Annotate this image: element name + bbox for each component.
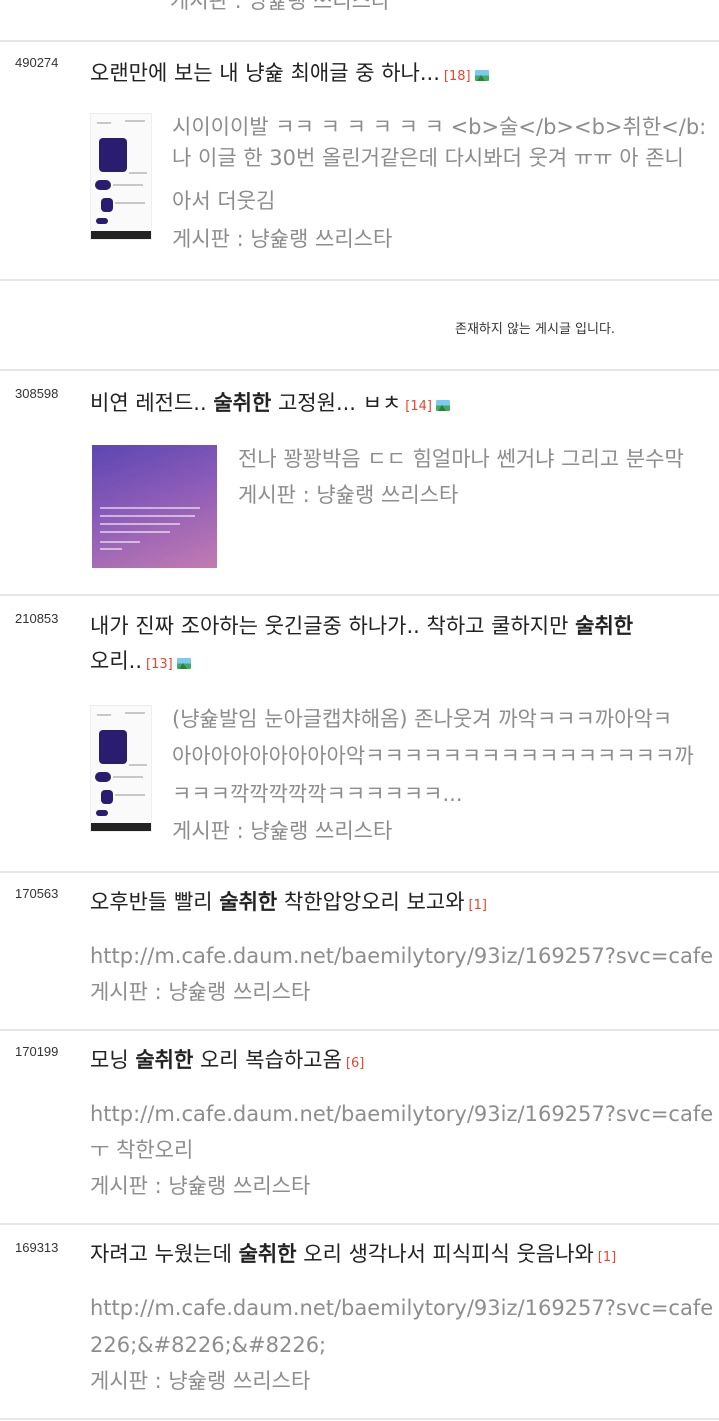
- post-number: 308598: [15, 386, 59, 401]
- post-number: 170199: [15, 1044, 59, 1059]
- image-icon: [474, 70, 489, 81]
- board-label: 게시판 : 냥슕랭 쓰리스타: [172, 819, 393, 843]
- post-preview-line: (냥슕발임 눈아글캡챠해옴) 존나웃겨 까악ㅋㅋㅋ까아악ㅋ: [172, 707, 673, 731]
- post-preview-line: 아아아아아아아아아악ㅋㅋㅋㅋㅋㅋㅋㅋㅋㅋㅋㅋㅋㅋㅋㅋ까: [172, 744, 694, 768]
- divider: [0, 40, 719, 42]
- post-title[interactable]: 오후반들 빨리 술취한 착한압앙오리 보고와 [1]: [90, 885, 710, 923]
- divider: [0, 1029, 719, 1031]
- image-icon: [176, 658, 191, 669]
- post-number: 169313: [15, 1240, 59, 1255]
- comment-count: [14]: [405, 399, 432, 414]
- post-preview-line: 아서 더웃김: [172, 189, 276, 213]
- post-preview-line: 226;&#8226;&#8226;: [90, 1333, 327, 1357]
- post-title-text: 모닝: [90, 1048, 129, 1072]
- post-preview-line: 전나 꽝꽝박음 ㄷㄷ 힘얼마나 쎈거냐 그리고 분수막: [238, 447, 684, 471]
- post-title-text: 자려고 누웠는데: [90, 1242, 232, 1266]
- board-label: 게시판 : 냥슕랭 쓰리스타: [172, 227, 393, 251]
- divider: [0, 369, 719, 371]
- post-number: 170563: [15, 886, 59, 901]
- post-preview-line: http://m.cafe.daum.net/baemilytory/93iz/…: [90, 1296, 714, 1320]
- post-preview-line: ㅋㅋㅋ깍깍깍깍깍ㅋㅋㅋㅋㅋㅋ...: [172, 782, 463, 806]
- comment-count: [1]: [468, 898, 487, 913]
- divider: [0, 594, 719, 596]
- post-title-text: 고정원... ㅂㅊ: [277, 391, 402, 415]
- post-title-text: 오리 복습하고옴: [199, 1048, 342, 1072]
- comment-count: [1]: [597, 1250, 617, 1265]
- divider: [0, 1223, 719, 1225]
- post-title-text: 오랜만에 보는 내 냥슕 최애글 중 하나...: [90, 61, 440, 85]
- post-title-text: 내가 진짜 조아하는 웃긴글중 하나가.. 착하고 쿨하지만: [90, 614, 569, 638]
- search-highlight: 술취한: [213, 391, 272, 415]
- divider: [0, 1418, 719, 1420]
- post-title-text: 착한압앙오리 보고와: [283, 890, 465, 914]
- post-title-text: 오후반들 빨리: [90, 890, 213, 914]
- post-title[interactable]: 내가 진짜 조아하는 웃긴글중 하나가.. 착하고 쿨하지만 술취한 오리.. […: [90, 609, 710, 682]
- post-title-text: 오리 생각나서 피식피식 웃음나와: [303, 1242, 594, 1266]
- post-preview-line: http://m.cafe.daum.net/baemilytory/93iz/…: [90, 1102, 714, 1126]
- post-preview-line: ㅜ 착한오리: [90, 1138, 194, 1162]
- post-title[interactable]: 모닝 술취한 오리 복습하고옴 [6]: [90, 1043, 710, 1081]
- post-number: 490274: [15, 55, 59, 70]
- board-label: 게시판 : 냥슕랭 쓰리스타: [238, 483, 459, 507]
- comment-count: [18]: [443, 69, 471, 84]
- board-label: 게시판 : 냥슕랭 쓰리스타: [90, 980, 311, 1004]
- post-preview-line: 나 이글 한 30번 올린거같은데 다시봐더 웃겨 ㅠㅠ 아 존니: [172, 146, 684, 170]
- search-highlight: 술취한: [575, 614, 634, 638]
- post-title-text: 오리..: [90, 649, 142, 673]
- post-title[interactable]: 비연 레전드.. 술취한 고정원... ㅂㅊ [14]: [90, 386, 710, 424]
- search-highlight: 술취한: [219, 890, 278, 914]
- post-title-text: 비연 레전드..: [90, 391, 207, 415]
- deleted-post-notice: 존재하지 않는 게시글 입니다.: [455, 322, 616, 337]
- thumbnail[interactable]: [90, 113, 152, 240]
- board-label: 게시판 : 냥슕랭 쓰리스타: [90, 1369, 311, 1393]
- post-title[interactable]: 자려고 누웠는데 술취한 오리 생각나서 피식피식 웃음나와 [1]: [90, 1237, 710, 1275]
- thumbnail[interactable]: [90, 705, 152, 832]
- post-number: 210853: [15, 611, 59, 626]
- post-title[interactable]: 오랜만에 보는 내 냥슕 최애글 중 하나... [18]: [90, 56, 710, 94]
- post-preview-line: 시이이이발 ㅋㅋ ㅋ ㅋ ㅋ ㅋ ㅋ <b>술</b><b>취한</b:: [172, 115, 707, 139]
- divider: [0, 279, 719, 281]
- board-label: 게시판 : 냥슕랭 쓰리스타: [170, 0, 391, 13]
- post-preview-line: http://m.cafe.daum.net/baemilytory/93iz/…: [90, 944, 714, 968]
- divider: [0, 871, 719, 873]
- search-highlight: 술취한: [135, 1048, 194, 1072]
- image-icon: [435, 400, 450, 411]
- search-highlight: 술취한: [238, 1242, 297, 1266]
- thumbnail[interactable]: [92, 445, 217, 568]
- comment-count: [6]: [345, 1056, 365, 1071]
- board-label: 게시판 : 냥슕랭 쓰리스타: [90, 1174, 311, 1198]
- comment-count: [13]: [146, 657, 173, 672]
